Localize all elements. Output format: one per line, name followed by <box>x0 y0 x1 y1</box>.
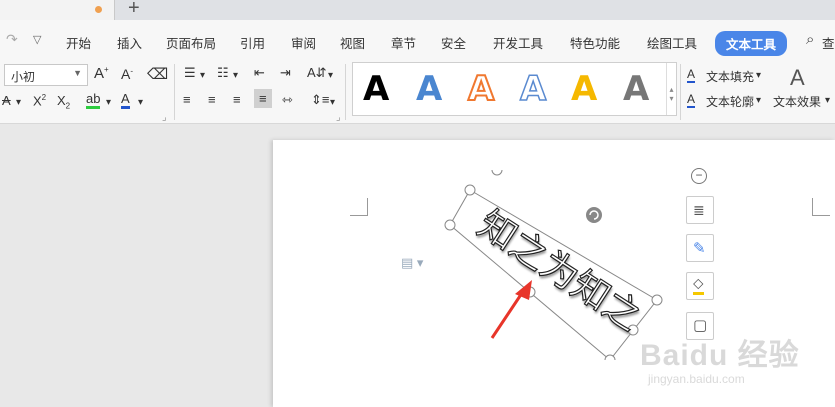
tab-section[interactable]: 章节 <box>391 33 416 52</box>
align-right-icon[interactable]: ≡ <box>233 92 241 107</box>
resize-handle <box>491 164 503 176</box>
chevron-down-icon[interactable]: ▾ <box>200 70 205 81</box>
document-tab[interactable] <box>0 0 115 20</box>
strikethrough-icon[interactable]: A <box>2 93 11 108</box>
search-icon[interactable]: ⌕ <box>806 31 814 48</box>
line-spacing-icon[interactable]: ⇕≡ <box>311 92 329 108</box>
subscript-icon[interactable]: X2 <box>57 93 70 111</box>
red-arrow-annotation <box>490 280 532 339</box>
chevron-down-icon[interactable]: ▾ <box>825 95 830 106</box>
wordart-style-orange-outline[interactable]: A <box>467 68 495 110</box>
numbered-list-icon[interactable]: ☷ <box>217 65 229 81</box>
font-dialog-launcher-icon[interactable]: ⌟ <box>162 112 167 123</box>
text-effect-icon[interactable]: A <box>790 65 805 91</box>
wordart-style-gray[interactable]: A <box>623 69 649 109</box>
wordart-style-gold[interactable]: A <box>571 69 597 109</box>
chevron-down-icon[interactable]: ▾ <box>756 70 761 81</box>
tab-drawing-tools[interactable]: 绘图工具 <box>647 33 697 52</box>
layout-options-button[interactable]: ≣ <box>686 196 714 224</box>
unsaved-dot-icon <box>95 6 102 13</box>
menu-bar: ↷ ▽ 开始 插入 页面布局 引用 审阅 视图 章节 安全 开发工具 特色功能 … <box>0 20 835 62</box>
resize-handle <box>464 184 476 196</box>
divider <box>345 64 346 120</box>
divider <box>680 64 681 120</box>
ribbon-toolbar: 小初 ▼ A+ A- ⌫ A ▾ X2 X2 ab ▾ A ▾ ⌟ ☰ ▾ ☷ … <box>0 62 835 124</box>
text-fill-icon[interactable]: A <box>687 67 696 83</box>
tab-start[interactable]: 开始 <box>66 33 91 52</box>
tab-review[interactable]: 审阅 <box>291 33 316 52</box>
tab-insert[interactable]: 插入 <box>117 33 142 52</box>
bullet-list-icon[interactable]: ☰ <box>184 65 196 81</box>
chevron-down-icon[interactable]: ▾ <box>138 97 143 108</box>
align-left-icon[interactable]: ≡ <box>183 92 191 107</box>
text-direction-icon[interactable]: A⇵ <box>307 65 327 81</box>
wordart-style-black[interactable]: A <box>363 69 389 109</box>
redo-icon[interactable]: ↷ <box>6 31 18 48</box>
font-size-select[interactable]: 小初 ▼ <box>4 64 88 86</box>
justify-icon[interactable]: ≡ <box>254 89 272 108</box>
chevron-down-icon[interactable]: ▾ <box>328 70 333 81</box>
tab-developer-tools[interactable]: 开发工具 <box>493 33 543 52</box>
watermark: Baidu 经验 jingyan.baidu.com <box>640 330 830 400</box>
divider <box>174 64 175 120</box>
wordart-style-blue-outline[interactable]: A <box>519 68 547 110</box>
tab-strip: + <box>0 0 835 20</box>
chevron-down-icon[interactable]: ▾ <box>233 70 238 81</box>
quick-access-chevron-icon[interactable]: ▽ <box>33 33 41 46</box>
tab-security[interactable]: 安全 <box>441 33 466 52</box>
chevron-down-icon[interactable]: ▾ <box>16 97 21 108</box>
text-outline-button[interactable]: 文本轮廓 <box>706 93 754 110</box>
text-fill-button[interactable]: 文本填充 <box>706 68 754 85</box>
align-center-icon[interactable]: ≡ <box>208 92 216 107</box>
paragraph-options-icon[interactable]: ▤ ▾ <box>401 255 423 271</box>
new-tab-icon[interactable]: + <box>128 0 140 20</box>
clear-format-icon[interactable]: ⌫ <box>147 65 168 83</box>
tab-text-tools[interactable]: 文本工具 <box>715 31 788 56</box>
margin-marker <box>350 198 368 216</box>
shrink-font-icon[interactable]: A- <box>121 66 133 82</box>
brush-icon: ✎ <box>693 240 706 257</box>
collapse-icon[interactable]: − <box>691 168 707 184</box>
fill-button[interactable]: ⬦ <box>686 272 714 300</box>
margin-marker <box>812 198 830 216</box>
text-outline-icon[interactable]: A <box>687 92 696 108</box>
tab-view[interactable]: 视图 <box>340 33 365 52</box>
distributed-align-icon[interactable]: ⇿ <box>282 92 293 108</box>
search-label[interactable]: 查 <box>822 33 835 52</box>
layout-options-icon: ≣ <box>693 202 705 218</box>
font-size-value: 小初 <box>11 70 36 84</box>
paragraph-dialog-launcher-icon[interactable]: ⌟ <box>336 112 341 123</box>
wordart-style-blue[interactable]: A <box>416 69 442 109</box>
watermark-url: jingyan.baidu.com <box>648 372 745 386</box>
chevron-down-icon[interactable]: ▾ <box>330 97 335 108</box>
tab-page-layout[interactable]: 页面布局 <box>166 33 216 52</box>
tab-special-features[interactable]: 特色功能 <box>570 33 620 52</box>
rotate-handle <box>586 207 602 223</box>
grow-font-icon[interactable]: A+ <box>94 65 109 82</box>
superscript-icon[interactable]: X2 <box>33 93 46 108</box>
chevron-down-icon[interactable]: ▾ <box>106 97 111 108</box>
wordart-textbox[interactable]: 知之为知之 <box>440 164 670 366</box>
decrease-indent-icon[interactable]: ⇤ <box>254 65 265 81</box>
watermark-logo: Baidu 经验 <box>640 339 800 372</box>
text-effect-button[interactable]: 文本效果 <box>773 93 821 110</box>
gallery-scroll-icon[interactable]: ▴ ▾ <box>666 63 676 115</box>
style-brush-button[interactable]: ✎ <box>686 234 714 262</box>
chevron-down-icon: ▼ <box>73 68 82 78</box>
tab-references[interactable]: 引用 <box>240 33 265 52</box>
wordart-style-gallery: A A A A A A ▴ ▾ <box>352 62 677 116</box>
increase-indent-icon[interactable]: ⇥ <box>280 65 291 81</box>
highlight-icon[interactable]: ab <box>86 92 101 109</box>
resize-handle <box>444 219 456 231</box>
font-color-icon[interactable]: A <box>121 92 130 109</box>
chevron-down-icon[interactable]: ▾ <box>756 95 761 106</box>
fill-bucket-icon: ⬦ <box>693 276 704 295</box>
